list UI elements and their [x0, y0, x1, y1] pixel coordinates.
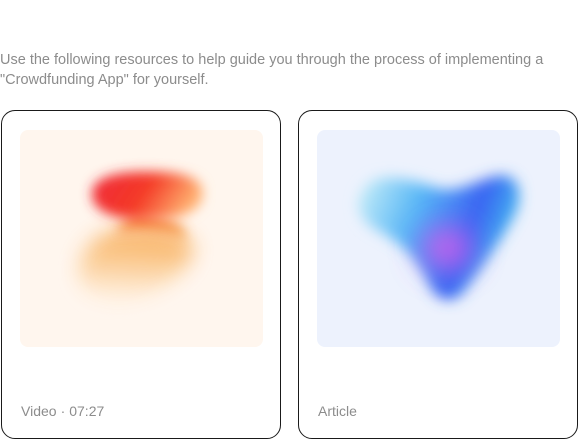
intro-line-1: Use the following resources to help guid…	[0, 52, 544, 68]
card-meta: Article	[318, 403, 357, 419]
intro-text: Use the following resources to help guid…	[0, 50, 575, 90]
meta-separator: ·	[60, 403, 66, 419]
article-thumbnail[interactable]	[317, 130, 560, 347]
video-thumbnail[interactable]	[20, 130, 263, 347]
gradient-s-shape-icon	[78, 171, 203, 301]
card-type-label: Video	[21, 403, 57, 419]
card-meta: Video · 07:27	[21, 403, 104, 419]
resource-card-article[interactable]: Article	[298, 110, 578, 439]
gradient-blob-icon	[358, 175, 520, 300]
video-duration: 07:27	[69, 403, 105, 419]
intro-line-2: "Crowdfunding App" for yourself.	[0, 72, 209, 88]
resource-card-video[interactable]: Video · 07:27	[1, 110, 281, 439]
card-type-label: Article	[318, 403, 357, 419]
